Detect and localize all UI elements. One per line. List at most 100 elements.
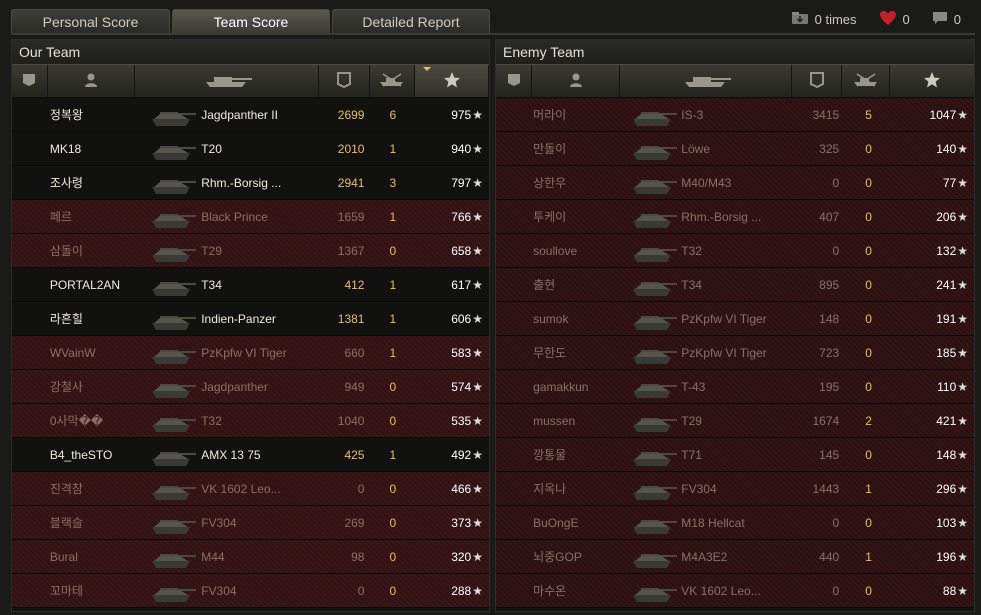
damage-value: 3415 <box>812 107 840 122</box>
star-icon: ★ <box>957 549 969 564</box>
player-row[interactable]: 페르 Black Prince 1659 1 766 ★ <box>12 200 489 234</box>
xp-cell: 492 ★ <box>415 448 489 462</box>
player-row[interactable]: B4_theSTO AMX 13 75 425 1 492 ★ <box>12 438 489 472</box>
kills-value: 1 <box>865 549 872 564</box>
xp-column-header[interactable] <box>890 65 974 97</box>
star-icon: ★ <box>957 277 969 292</box>
player-row[interactable]: mussen T29 1674 2 421 ★ <box>496 404 974 438</box>
player-row[interactable]: 정복왕 Jagdpanther II 2699 6 975 ★ <box>12 98 489 132</box>
player-column-header[interactable] <box>532 65 620 97</box>
player-row[interactable]: Bural M44 98 0 320 ★ <box>12 540 489 574</box>
our-team-panel: Our Team 정복왕 Jagdpanther II 2699 6 975★ <box>11 39 490 612</box>
xp-cell: 583 ★ <box>415 346 489 360</box>
flag-column-header[interactable] <box>496 65 532 97</box>
tank-thumbnail <box>629 200 680 234</box>
xp-cell: 110 ★ <box>892 380 974 394</box>
star-icon: ★ <box>957 175 969 190</box>
damage-value: 1674 <box>812 413 840 428</box>
player-name: 블랙슬 <box>49 516 83 530</box>
player-row[interactable]: 투케이 Rhm.-Borsig ... 407 0 206 ★ <box>496 200 974 234</box>
our-team-list: 정복왕 Jagdpanther II 2699 6 975 ★ MK18 T20 … <box>12 98 489 608</box>
star-icon: ★ <box>957 379 969 394</box>
tank-column-header[interactable] <box>135 65 319 97</box>
star-icon: ★ <box>472 277 483 292</box>
tank-thumbnail <box>147 404 199 438</box>
tab-team-score[interactable]: Team Score <box>172 9 330 33</box>
player-row[interactable]: 상한우 M40/M43 0 0 77 ★ <box>496 166 974 200</box>
damage-value: 425 <box>344 447 365 462</box>
player-name: 깡통물 <box>533 448 567 462</box>
heart-icon[interactable] <box>879 10 897 29</box>
xp-cell: 940 ★ <box>415 142 489 156</box>
player-row[interactable]: PORTAL2AN T34 412 1 617 ★ <box>12 268 489 302</box>
flag-icon <box>21 72 37 91</box>
tank-column-header[interactable] <box>620 65 792 97</box>
player-name: 강철사 <box>49 380 83 394</box>
kills-column-header[interactable] <box>842 65 890 97</box>
kills-value: 1 <box>389 345 397 360</box>
tank-thumbnail <box>147 506 199 540</box>
tank-thumbnail <box>147 200 199 234</box>
damage-column-header[interactable] <box>319 65 371 97</box>
xp-cell: 320 ★ <box>415 550 489 564</box>
player-row[interactable]: 머라이 IS-3 3415 5 1047 ★ <box>496 98 974 132</box>
player-row[interactable]: 진격참 VK 1602 Leo... 0 0 466 ★ <box>12 472 489 506</box>
player-row[interactable]: sumok PzKpfw VI Tiger 148 0 191 ★ <box>496 302 974 336</box>
player-row[interactable]: 뇌중GOP M4A3E2 440 1 196 ★ <box>496 540 974 574</box>
player-row[interactable]: 마수온 VK 1602 Leo... 0 0 88 ★ <box>496 574 974 608</box>
damage-icon <box>337 71 352 91</box>
damage-value: 0 <box>357 481 365 496</box>
tank-name: FV304 <box>201 515 237 530</box>
kills-icon <box>377 72 407 91</box>
kills-column-header[interactable] <box>370 65 416 97</box>
player-name: sumok <box>533 311 569 326</box>
enemy-team-panel: Enemy Team 머라이 IS-3 3415 5 1047 ★ 만돌이 Lö… <box>495 39 975 612</box>
enemy-team-title: Enemy Team <box>496 40 974 64</box>
kills-value: 0 <box>389 481 397 496</box>
tank-name: FV304 <box>201 583 237 598</box>
tank-thumbnail <box>629 370 680 404</box>
player-row[interactable]: 출현 T34 895 0 241 ★ <box>496 268 974 302</box>
player-name: 라흔힐 <box>49 312 83 326</box>
tank-name: T29 <box>681 413 702 428</box>
damage-column-header[interactable] <box>792 65 842 97</box>
star-icon: ★ <box>472 549 483 564</box>
flag-column-header[interactable] <box>12 65 48 97</box>
kills-value: 1 <box>865 481 872 496</box>
star-icon: ★ <box>472 175 483 190</box>
player-row[interactable]: 삼돌이 T29 1367 0 658 ★ <box>12 234 489 268</box>
player-name: 페르 <box>49 210 72 224</box>
player-row[interactable]: 무한도 PzKpfw VI Tiger 723 0 185 ★ <box>496 336 974 370</box>
player-row[interactable]: 꼬마테 FV304 0 0 288 ★ <box>12 574 489 608</box>
tab-personal-score[interactable]: Personal Score <box>11 9 170 33</box>
player-row[interactable]: soullove T32 0 0 132 ★ <box>496 234 974 268</box>
player-row[interactable]: 블랙슬 FV304 269 0 373 ★ <box>12 506 489 540</box>
tank-name: Rhm.-Borsig ... <box>681 209 762 224</box>
comment-icon[interactable] <box>932 11 948 28</box>
damage-value: 0 <box>357 583 365 598</box>
xp-column-header[interactable] <box>415 65 489 97</box>
star-icon: ★ <box>957 447 969 462</box>
player-row[interactable]: MK18 T20 2010 1 940 ★ <box>12 132 489 166</box>
tab-detailed-report[interactable]: Detailed Report <box>332 9 490 33</box>
player-row[interactable]: 깡통물 T71 145 0 148 ★ <box>496 438 974 472</box>
xp-value: 148 <box>936 447 957 462</box>
player-row[interactable]: BuOngE M18 Hellcat 0 0 103 ★ <box>496 506 974 540</box>
player-row[interactable]: 라흔힐 Indien-Panzer 1381 1 606 ★ <box>12 302 489 336</box>
tank-thumbnail <box>147 438 199 472</box>
kills-value: 0 <box>865 175 872 190</box>
flag-icon <box>506 72 522 91</box>
player-row[interactable]: 만돌이 Löwe 325 0 140 ★ <box>496 132 974 166</box>
star-icon: ★ <box>472 413 483 428</box>
player-row[interactable]: 지옥나 FV304 1443 1 296 ★ <box>496 472 974 506</box>
player-row[interactable]: WVainW PzKpfw VI Tiger 660 1 583 ★ <box>12 336 489 370</box>
player-column-header[interactable] <box>48 65 136 97</box>
player-row[interactable]: gamakkun T-43 195 0 110 ★ <box>496 370 974 404</box>
kills-value: 0 <box>865 515 872 530</box>
download-icon[interactable] <box>791 11 809 28</box>
player-row[interactable]: 조사령 Rhm.-Borsig ... 2941 3 797 ★ <box>12 166 489 200</box>
player-row[interactable]: 0사막�� T32 1040 0 535 ★ <box>12 404 489 438</box>
player-row[interactable]: 강철사 Jagdpanther 949 0 574 ★ <box>12 370 489 404</box>
comments-count: 0 <box>953 12 961 27</box>
damage-value: 145 <box>819 447 840 462</box>
